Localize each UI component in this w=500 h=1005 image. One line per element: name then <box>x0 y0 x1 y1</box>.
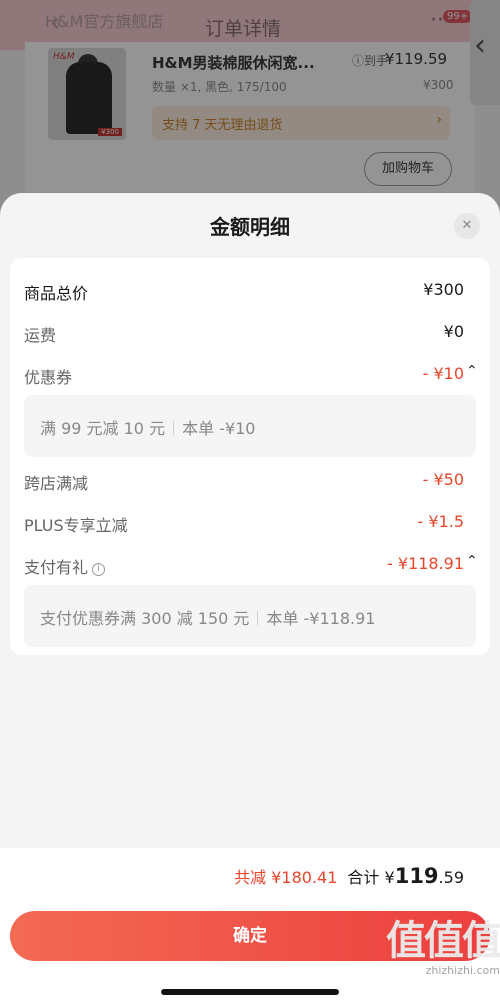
chevron-up-icon[interactable]: ⌄ <box>466 551 478 567</box>
divider <box>173 421 175 435</box>
divider <box>257 611 259 625</box>
sheet-title: 金额明细 <box>210 215 290 239</box>
home-indicator <box>161 989 339 995</box>
total-integer: 119 <box>394 864 439 888</box>
row-value: ¥300 <box>423 280 464 299</box>
row-label: 商品总价 <box>24 284 89 303</box>
watermark-url: zhizhizhi.com <box>425 964 500 977</box>
close-icon[interactable]: ✕ <box>454 213 480 239</box>
row-cross-store: 跨店满减 - ¥50 <box>10 464 490 494</box>
row-value: - ¥10 <box>422 364 464 383</box>
row-label: 跨店满减 <box>24 474 89 493</box>
total-currency: ¥ <box>384 868 395 887</box>
total-label: 合计 <box>347 868 380 887</box>
row-value: - ¥50 <box>422 470 464 489</box>
watermark: 值值值 zhizhizhi.com <box>340 920 500 977</box>
row-subtotal: 商品总价 ¥300 <box>10 274 490 304</box>
watermark-logo: 值值值 <box>386 918 500 964</box>
coupon-detail-text: 满 99 元减 10 元本单 -¥10 <box>40 415 255 439</box>
row-coupon[interactable]: 优惠券 - ¥10 ⌄ <box>10 358 490 388</box>
details-card: 商品总价 ¥300 运费 ¥0 优惠券 - ¥10 ⌄ 满 99 元减 10 元… <box>10 258 490 655</box>
row-value: ¥0 <box>443 322 464 341</box>
info-icon[interactable]: i <box>92 563 106 576</box>
row-plus: PLUS专享立减 - ¥1.5 <box>10 506 490 536</box>
total-decimal: .59 <box>438 868 464 887</box>
row-label: PLUS专享立减 <box>24 516 128 535</box>
row-value: - ¥118.91 <box>386 554 464 573</box>
payment-amount: 本单 -¥118.91 <box>266 609 376 628</box>
coupon-desc: 满 99 元减 10 元 <box>40 419 166 438</box>
row-label: 运费 <box>24 326 57 345</box>
payment-desc: 支付优惠券满 300 减 150 元 <box>40 609 250 628</box>
footer-bar: 共减 ¥180.41 合计 ¥119.59 确定 值值值 zhizhizhi.co… <box>0 848 500 1005</box>
total-savings: 共减 ¥180.41 <box>234 868 338 887</box>
row-label: 支付有礼 i <box>24 554 106 578</box>
totals: 共减 ¥180.41 合计 ¥119.59 <box>234 864 464 888</box>
row-payment-gift[interactable]: 支付有礼 i - ¥118.91 ⌄ <box>10 548 490 578</box>
payment-detail: 支付优惠券满 300 减 150 元本单 -¥118.91 <box>24 585 476 647</box>
row-label: 优惠券 <box>24 368 73 387</box>
row-label-text: 支付有礼 <box>24 558 89 577</box>
coupon-detail: 满 99 元减 10 元本单 -¥10 <box>24 395 476 457</box>
payment-detail-text: 支付优惠券满 300 减 150 元本单 -¥118.91 <box>40 605 375 629</box>
chevron-up-icon[interactable]: ⌄ <box>466 361 478 377</box>
coupon-amount: 本单 -¥10 <box>182 419 256 438</box>
row-value: - ¥1.5 <box>417 512 464 531</box>
row-shipping: 运费 ¥0 <box>10 316 490 346</box>
